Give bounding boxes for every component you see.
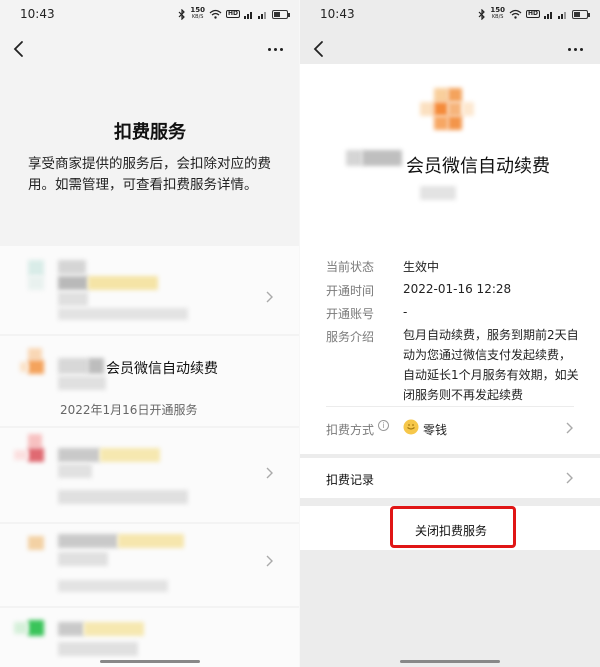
- service-info: [58, 552, 108, 566]
- open-time-value: 2022-01-16 12:28: [403, 282, 512, 296]
- more-options-icon[interactable]: [268, 42, 288, 56]
- payment-method-label: 扣费方式: [326, 423, 375, 437]
- service-logo: [28, 448, 44, 462]
- service-title: 会员微信自动续费: [406, 156, 550, 177]
- service-info: [88, 358, 104, 374]
- network-speed: 150 KB/S: [190, 6, 205, 21]
- service-logo: [20, 362, 28, 372]
- merchant-name-prefix: [346, 150, 362, 166]
- signal-icon: [258, 10, 268, 19]
- merchant-logo: [418, 88, 478, 132]
- divider: [326, 406, 574, 407]
- network-speed: 150 KB/S: [490, 6, 505, 21]
- wifi-icon: [509, 9, 522, 19]
- status-label: 当前状态: [326, 260, 375, 274]
- info-icon[interactable]: i: [378, 420, 389, 431]
- service-logo: [28, 276, 44, 290]
- status-time: 10:43: [20, 7, 55, 21]
- more-options-icon[interactable]: [568, 42, 588, 56]
- intro-value: 包月自动续费，服务到期前2天自动为您通过微信支付发起续费，自动延长1个月服务有效…: [403, 328, 579, 402]
- back-icon[interactable]: [10, 38, 30, 60]
- chevron-right-icon: [266, 467, 273, 479]
- account-value: -: [403, 305, 408, 319]
- service-info: [58, 308, 188, 320]
- service-logo: [28, 360, 44, 374]
- service-card[interactable]: [0, 608, 300, 667]
- service-info: [58, 642, 138, 656]
- signal-icon: [558, 10, 568, 19]
- service-info: [58, 534, 118, 548]
- service-info: [58, 622, 84, 636]
- billing-record-label: 扣费记录: [326, 473, 375, 487]
- service-card[interactable]: [0, 246, 300, 334]
- bluetooth-icon: [478, 8, 486, 20]
- battery-icon: [572, 9, 590, 19]
- open-time-label: 开通时间: [326, 284, 375, 298]
- service-logo: [28, 620, 44, 636]
- service-info: [88, 276, 158, 290]
- status-bar: 10:43 150 KB/S HD: [300, 0, 600, 28]
- home-indicator[interactable]: [400, 660, 500, 663]
- payment-method-value: 零钱: [423, 423, 448, 437]
- service-info: [58, 358, 88, 374]
- service-logo: [28, 434, 42, 448]
- service-info: [118, 534, 184, 548]
- service-info: [58, 580, 168, 592]
- signal-icon: [244, 10, 254, 19]
- nav-bar: [300, 34, 600, 64]
- status-bar: 10:43 150 KB/S HD: [0, 0, 300, 28]
- service-info: [100, 448, 160, 462]
- hd-icon: HD: [525, 10, 540, 18]
- service-info: [58, 276, 88, 290]
- service-card[interactable]: [0, 428, 300, 522]
- app-root: 10:43 150 KB/S HD 扣费服务 享受商家提供的服务后，会扣除对应的…: [0, 0, 600, 667]
- service-date: 2022年1月16日开通服务: [60, 403, 198, 417]
- nav-bar: [0, 34, 300, 64]
- service-info: [58, 376, 106, 390]
- left-screen: 10:43 150 KB/S HD 扣费服务 享受商家提供的服务后，会扣除对应的…: [0, 0, 300, 667]
- home-indicator[interactable]: [100, 660, 200, 663]
- right-screen: 10:43 150 KB/S HD 会员微信自动续费 当前状态 生效中 开通时间…: [300, 0, 600, 667]
- service-logo: [28, 260, 44, 276]
- service-info: [58, 448, 100, 462]
- battery-icon: [272, 9, 290, 19]
- billing-record-row[interactable]: 扣费记录: [300, 458, 600, 498]
- service-logo: [28, 536, 44, 550]
- service-name: 会员微信自动续费: [106, 361, 218, 377]
- hd-icon: HD: [225, 10, 240, 18]
- service-card[interactable]: [0, 524, 300, 606]
- page-description: 享受商家提供的服务后，会扣除对应的费用。如需管理，可查看扣费服务详情。: [28, 156, 271, 193]
- chevron-right-icon: [266, 291, 273, 303]
- status-value: 生效中: [403, 260, 440, 274]
- merchant-subtitle: [420, 186, 456, 200]
- service-info: [84, 622, 144, 636]
- bluetooth-icon: [178, 8, 186, 20]
- highlight-box: [390, 506, 516, 548]
- payment-method-row[interactable]: 扣费方式 零钱: [300, 408, 600, 448]
- wifi-icon: [209, 9, 222, 19]
- service-logo: [14, 622, 28, 634]
- account-label: 开通账号: [326, 307, 375, 321]
- service-info: [58, 464, 92, 478]
- page-title: 扣费服务: [114, 122, 186, 143]
- service-info: [58, 292, 88, 306]
- service-info: [58, 490, 188, 504]
- service-logo: [28, 348, 42, 360]
- chevron-right-icon: [266, 555, 273, 567]
- status-time: 10:43: [320, 7, 355, 21]
- back-icon[interactable]: [310, 38, 330, 60]
- signal-icon: [544, 10, 554, 19]
- service-info: [58, 260, 86, 274]
- chevron-right-icon: [566, 422, 573, 434]
- wallet-icon: [403, 419, 419, 439]
- chevron-right-icon: [566, 472, 573, 484]
- merchant-name-prefix: [362, 150, 402, 166]
- intro-label: 服务介绍: [326, 330, 375, 344]
- service-logo: [14, 450, 28, 460]
